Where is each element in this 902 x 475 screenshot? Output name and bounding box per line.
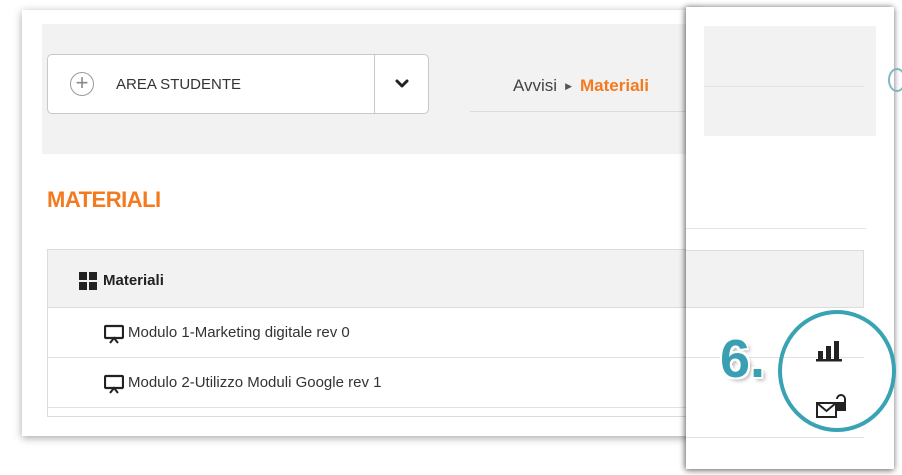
- page-title: MATERIALI: [47, 187, 161, 212]
- table-header-label: Materiali: [103, 272, 164, 289]
- callout-header-band: [704, 26, 876, 136]
- callout-divider: [686, 228, 866, 229]
- step-number: 6.: [720, 329, 766, 389]
- callout-table-header: [686, 250, 864, 308]
- presentation-icon: [104, 324, 124, 344]
- breadcrumb-avvisi[interactable]: Avvisi: [513, 76, 557, 95]
- highlight-circle: [778, 310, 896, 432]
- caret-right-icon: ▶: [565, 81, 573, 91]
- material-title[interactable]: Modulo 1-Marketing digitale rev 0: [128, 324, 350, 341]
- table-row[interactable]: Modulo 1-Marketing digitale rev 0: [48, 308, 702, 358]
- grid-icon: [79, 272, 97, 290]
- breadcrumb-underline: [470, 111, 702, 112]
- chevron-down-icon[interactable]: [388, 72, 416, 96]
- callout-divider: [704, 86, 864, 87]
- breadcrumb: Avvisi ▶ Materiali: [513, 76, 649, 96]
- breadcrumb-materiali: Materiali: [580, 76, 649, 95]
- area-studente-dropdown[interactable]: + AREA STUDENTE: [47, 54, 429, 114]
- presentation-icon: [104, 374, 124, 394]
- plus-circle-icon: +: [70, 72, 94, 96]
- edge-arc: [888, 68, 902, 92]
- table-row[interactable]: Modulo 2-Utilizzo Moduli Google rev 1: [48, 358, 702, 408]
- area-dropdown-label: AREA STUDENTE: [116, 76, 242, 93]
- material-title[interactable]: Modulo 2-Utilizzo Moduli Google rev 1: [128, 374, 381, 391]
- dropdown-divider: [374, 55, 375, 113]
